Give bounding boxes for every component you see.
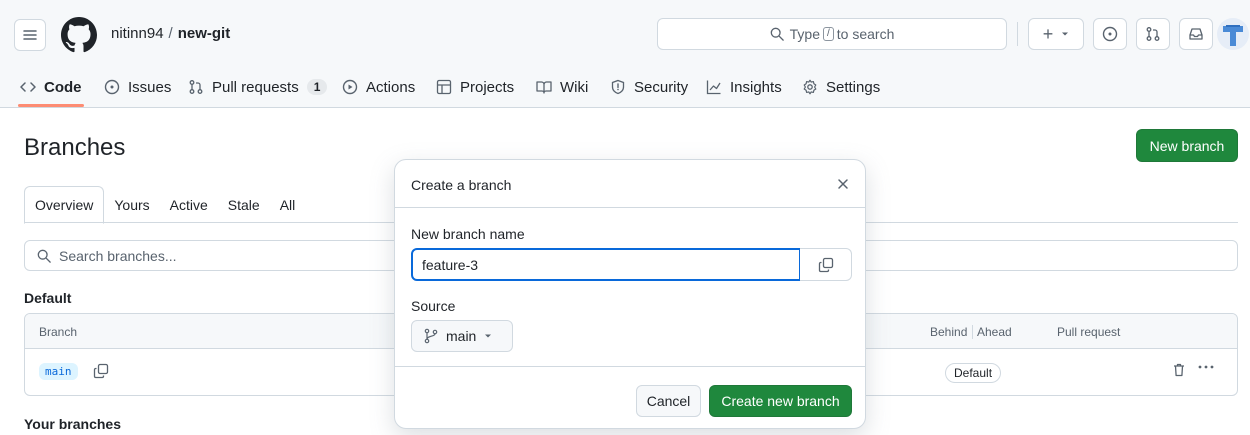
- app-header: nitinn94/new-git Type / to search + Code…: [0, 0, 1250, 108]
- inbox-button[interactable]: [1179, 18, 1213, 50]
- copy-branch-name-button[interactable]: [93, 363, 109, 382]
- header-divider: [1017, 22, 1018, 46]
- owner-link[interactable]: nitinn94: [111, 25, 164, 42]
- issue-opened-icon: [1102, 26, 1118, 42]
- table-icon: [436, 79, 452, 95]
- column-branch: Branch: [39, 325, 78, 339]
- pull-request-icon: [1146, 27, 1160, 41]
- more-options-button[interactable]: [1197, 359, 1215, 380]
- menu-button[interactable]: [14, 19, 46, 51]
- gear-icon: [803, 79, 817, 95]
- page-title: Branches: [24, 134, 126, 161]
- column-pull-request: Pull request: [1057, 325, 1121, 339]
- your-issues-button[interactable]: [1093, 18, 1127, 50]
- branch-name-link[interactable]: main: [39, 363, 78, 380]
- column-ahead: Ahead: [972, 325, 1012, 339]
- new-branch-button[interactable]: New branch: [1136, 129, 1238, 162]
- create-new-button[interactable]: +: [1028, 18, 1084, 50]
- tab-code-label: Code: [44, 78, 82, 96]
- tab-yours[interactable]: Yours: [104, 186, 159, 224]
- tab-active[interactable]: Active: [160, 186, 218, 224]
- plus-icon: +: [1042, 23, 1054, 44]
- tab-insights-label: Insights: [730, 78, 782, 96]
- dialog-footer: Cancel Create new branch: [395, 366, 865, 428]
- dialog-header: Create a branch: [395, 160, 865, 208]
- tab-wiki-label: Wiki: [560, 78, 589, 96]
- tab-settings[interactable]: Settings: [802, 72, 880, 102]
- default-section-heading: Default: [24, 290, 72, 306]
- cancel-button[interactable]: Cancel: [636, 385, 701, 417]
- github-icon: [61, 17, 97, 53]
- avatar-icon: [1217, 18, 1249, 50]
- breadcrumb-separator: /: [168, 25, 173, 42]
- search-suffix: to search: [836, 26, 895, 42]
- tab-settings-label: Settings: [826, 78, 881, 96]
- source-label: Source: [411, 298, 456, 314]
- tab-code[interactable]: Code: [20, 72, 82, 102]
- tab-insights[interactable]: Insights: [706, 72, 782, 102]
- source-branch-select[interactable]: main: [411, 320, 513, 352]
- issue-icon: [104, 79, 120, 95]
- shield-icon: [611, 79, 625, 95]
- tab-issues[interactable]: Issues: [104, 72, 171, 102]
- your-pull-requests-button[interactable]: [1136, 18, 1170, 50]
- repo-nav: Code Issues Pull requests 1 Actions Proj…: [0, 64, 1250, 108]
- book-icon: [536, 81, 552, 94]
- close-dialog-button[interactable]: [833, 174, 853, 194]
- pull-requests-counter: 1: [306, 79, 328, 95]
- tab-stale[interactable]: Stale: [218, 186, 270, 224]
- tab-overview[interactable]: Overview: [24, 186, 105, 224]
- tab-all[interactable]: All: [270, 186, 306, 224]
- source-branch-value: main: [446, 328, 477, 344]
- tab-wiki[interactable]: Wiki: [536, 72, 588, 102]
- search-icon: [37, 249, 51, 263]
- copy-icon: [818, 257, 833, 272]
- branch-filter-tabs: Overview Yours Active Stale All: [24, 186, 305, 224]
- column-behind: Behind: [930, 325, 968, 339]
- search-icon: [770, 27, 784, 41]
- top-bar: nitinn94/new-git Type / to search +: [0, 0, 1250, 64]
- tab-issues-label: Issues: [128, 78, 172, 96]
- tab-actions-label: Actions: [366, 78, 416, 96]
- play-icon: [342, 79, 358, 95]
- graph-icon: [706, 80, 721, 95]
- tab-pull-requests-label: Pull requests: [212, 78, 299, 96]
- copy-branch-name-input-button[interactable]: [800, 248, 852, 281]
- tab-projects[interactable]: Projects: [436, 72, 514, 102]
- tab-security[interactable]: Security: [610, 72, 688, 102]
- code-icon: [20, 82, 36, 92]
- chevron-down-icon: [485, 334, 492, 338]
- avatar[interactable]: [1217, 14, 1249, 54]
- inbox-icon: [1189, 28, 1203, 40]
- hamburger-icon: [23, 30, 37, 40]
- chevron-down-icon: [1062, 32, 1069, 36]
- branch-name-label: New branch name: [411, 226, 525, 242]
- trash-icon: [1174, 363, 1184, 377]
- repo-link[interactable]: new-git: [178, 25, 231, 42]
- kebab-horizontal-icon: [1198, 365, 1214, 369]
- branch-search-placeholder: Search branches...: [59, 247, 177, 264]
- tab-pull-requests[interactable]: Pull requests 1: [188, 72, 328, 102]
- selected-tab-indicator: [18, 104, 84, 107]
- your-branches-heading: Your branches: [24, 416, 121, 432]
- copy-icon: [93, 363, 109, 379]
- git-branch-icon: [424, 328, 438, 344]
- tab-actions[interactable]: Actions: [342, 72, 415, 102]
- tab-security-label: Security: [634, 78, 689, 96]
- search-shortcut-key: /: [822, 27, 834, 41]
- global-search[interactable]: Type / to search: [657, 18, 1007, 50]
- breadcrumb: nitinn94/ new-git: [111, 25, 230, 42]
- create-branch-dialog: Create a branch New branch name Source m…: [394, 159, 866, 429]
- dialog-title: Create a branch: [411, 177, 512, 193]
- delete-branch-button[interactable]: [1171, 362, 1187, 381]
- search-prefix: Type: [789, 26, 820, 42]
- tab-projects-label: Projects: [460, 78, 515, 96]
- default-badge: Default: [945, 363, 1002, 383]
- branch-name-input[interactable]: [411, 248, 801, 281]
- github-logo[interactable]: [61, 17, 97, 53]
- create-new-branch-button[interactable]: Create new branch: [709, 385, 852, 417]
- close-icon: [838, 179, 848, 189]
- pull-request-icon: [189, 80, 203, 94]
